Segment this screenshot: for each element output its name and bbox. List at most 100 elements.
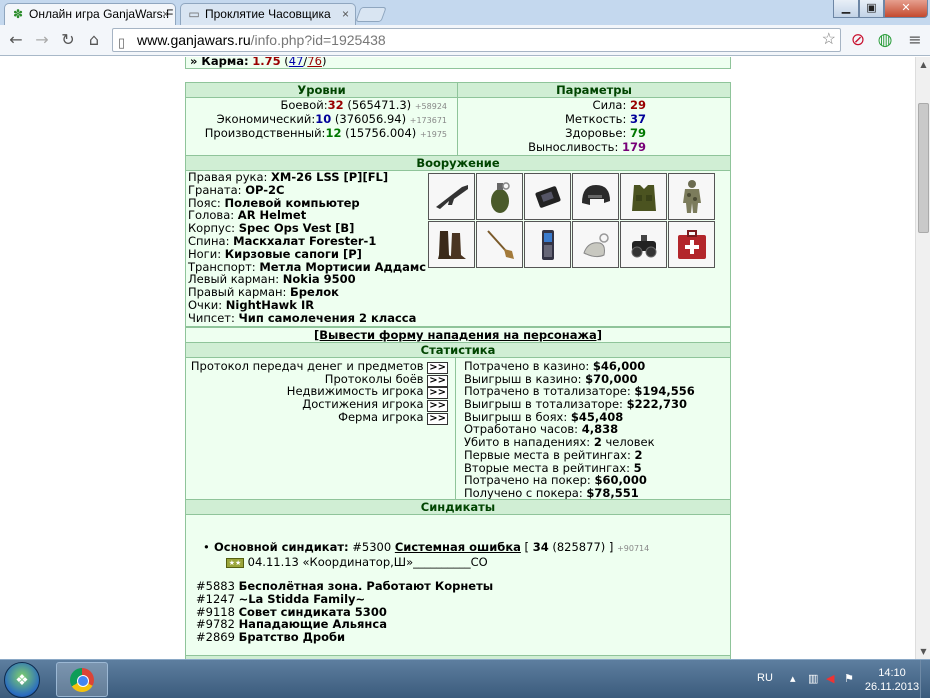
grenade-icon[interactable] <box>476 173 523 220</box>
vertical-scrollbar[interactable]: ▲ ▼ <box>915 57 930 659</box>
stat-value: $78,551 <box>586 485 639 500</box>
bookmark-star-icon[interactable]: ☆ <box>822 29 836 51</box>
param-value: 37 <box>629 112 646 126</box>
main-syndicate-link[interactable]: Системная ошибка <box>395 540 521 554</box>
karma-row: » Карма: 1.75 (47/76) <box>185 57 731 69</box>
armament-section: Вооружение Правая рука: XM-26 LSS [P][FL… <box>185 155 731 327</box>
page-icon: ▭ <box>188 7 200 21</box>
params-column: Параметры Сила: 29 Меткость: 37 Здоровье… <box>458 83 730 155</box>
close-tab-icon[interactable]: × <box>162 4 169 24</box>
statistics-header: Статистика <box>186 343 730 358</box>
param-value: 29 <box>629 98 646 112</box>
clock-date: 26.11.2013 <box>864 681 920 693</box>
statistics-section: Статистика Протокол передач денег и пред… <box>185 342 731 500</box>
flag-icon[interactable]: ⚑ <box>844 672 854 685</box>
scroll-thumb[interactable] <box>918 103 929 233</box>
language-indicator[interactable]: RU <box>757 672 773 684</box>
start-button[interactable]: ❖ <box>4 662 40 698</box>
main-syndicate-id: #5300 <box>352 540 392 554</box>
slot-item[interactable]: XM-26 LSS [P][FL] <box>271 170 388 184</box>
syndicates-section: Синдикаты • Основной синдикат: #5300 Сис… <box>185 499 731 657</box>
bracket-open: [ <box>524 540 530 554</box>
camouflage-suit-icon[interactable] <box>668 173 715 220</box>
stat-value: $222,730 <box>626 397 687 412</box>
bullet-icon: • <box>203 540 210 554</box>
boots-icon[interactable] <box>428 221 475 268</box>
taskbar: ❖ RU ▴ ▥ ◀ ⚑ 14:10 26.11.2013 <box>0 659 930 698</box>
level-label: Боевой: <box>280 98 328 112</box>
param-row-health: Здоровье: 79 <box>458 126 646 140</box>
list-item: #2869 Братство Дроби <box>196 631 493 644</box>
network-icon[interactable]: ▥ <box>808 672 818 685</box>
new-tab-button[interactable] <box>355 7 387 22</box>
minimize-button[interactable]: ▁ <box>833 0 859 18</box>
back-icon[interactable]: ← <box>6 30 26 50</box>
tray-arrow-icon[interactable]: ▴ <box>790 672 796 685</box>
armament-row-chipset: Чипсет: Чип самолечения 2 класса <box>186 311 730 325</box>
clock[interactable]: 14:10 26.11.2013 <box>862 666 922 694</box>
param-label: Сила: <box>592 98 627 112</box>
statistics-values: Потрачено в казино: $46,000 Выигрыш в ка… <box>456 358 730 500</box>
vest-icon[interactable] <box>620 173 667 220</box>
volume-muted-icon[interactable]: ◀ <box>826 672 834 685</box>
forward-icon[interactable]: → <box>32 30 52 50</box>
tab-title: Онлайн игра GanjaWars.F <box>29 7 174 21</box>
title-bar: ✽ Онлайн игра GanjaWars.F × ▭ Проклятие … <box>0 0 930 25</box>
medkit-chip-icon[interactable] <box>668 221 715 268</box>
url-path: /info.php?id=1925438 <box>250 32 386 48</box>
param-row-accuracy: Меткость: 37 <box>458 112 646 126</box>
ganja-leaf-icon: ✽ <box>12 7 24 21</box>
reload-icon[interactable]: ↻ <box>58 30 78 50</box>
browser-toolbar: ← → ↻ ⌂ ▯ www.ganjawars.ru/info.php?id=1… <box>0 25 930 56</box>
param-value: 79 <box>629 126 646 140</box>
keychain-icon[interactable] <box>572 221 619 268</box>
karma-positive-link[interactable]: 47 <box>289 57 304 68</box>
attack-form-link[interactable]: [Вывести форму нападения на персонажа] <box>314 328 602 342</box>
karma-negative-link[interactable]: 76 <box>307 57 322 68</box>
tab-clockmaker[interactable]: ▭ Проклятие Часовщика × <box>180 3 356 25</box>
level-value: 12 <box>325 126 342 140</box>
main-syndicate-level: 34 <box>532 540 549 554</box>
broom-icon[interactable] <box>476 221 523 268</box>
address-bar[interactable]: ▯ www.ganjawars.ru/info.php?id=1925438 ☆ <box>112 28 841 52</box>
level-delta: +58924 <box>414 102 447 111</box>
close-window-button[interactable]: ✕ <box>884 0 928 18</box>
level-exp: (15756.004) <box>345 126 417 140</box>
level-delta: +1975 <box>419 130 447 139</box>
slot-item[interactable]: Чип самолечения 2 класса <box>239 311 417 325</box>
open-farm-button[interactable]: >> <box>427 412 448 425</box>
level-value: 10 <box>315 112 332 126</box>
show-desktop-button[interactable] <box>920 660 930 698</box>
scroll-down-icon[interactable]: ▼ <box>916 644 930 659</box>
night-vision-icon[interactable] <box>620 221 667 268</box>
level-row-production: Производственный:12 (15756.004) +1975 <box>186 126 447 140</box>
syndicate-id: #2869 <box>196 630 235 645</box>
menu-icon[interactable]: ≡ <box>905 30 925 50</box>
rifle-icon[interactable] <box>428 173 475 220</box>
field-computer-icon[interactable] <box>524 173 571 220</box>
level-row-combat: Боевой:32 (565471.3) +58924 <box>186 98 447 112</box>
close-tab-icon[interactable]: × <box>342 4 349 24</box>
player-info: » Карма: 1.75 (47/76) Уровни Боевой:32 (… <box>185 57 731 659</box>
extension-globe-icon[interactable]: ◍ <box>875 30 895 50</box>
taskbar-chrome-button[interactable] <box>56 662 108 697</box>
attack-form-row: [Вывести форму нападения на персонажа] <box>185 327 731 343</box>
main-syndicate-label: Основной синдикат: <box>214 540 349 554</box>
main-syndicate-exp: (825877) <box>552 540 606 554</box>
param-label: Здоровье: <box>565 126 627 140</box>
adblock-icon[interactable]: ⊘ <box>848 30 868 50</box>
bracket-close: ] <box>608 540 614 554</box>
armament-header: Вооружение <box>186 156 730 171</box>
page-info-icon[interactable]: ▯ <box>118 32 125 54</box>
tab-ganjawars[interactable]: ✽ Онлайн игра GanjaWars.F × <box>4 3 176 25</box>
home-icon[interactable]: ⌂ <box>84 30 104 50</box>
levels-params-table: Уровни Боевой:32 (565471.3) +58924 Эконо… <box>185 82 731 156</box>
scroll-up-icon[interactable]: ▲ <box>916 57 930 72</box>
karma-value: 1.75 <box>252 57 281 68</box>
maximize-button[interactable]: ▣ <box>859 0 884 18</box>
syndicate-name[interactable]: Братство Дроби <box>239 630 346 644</box>
helmet-icon[interactable] <box>572 173 619 220</box>
phone-icon[interactable] <box>524 221 571 268</box>
stat-label: Получено с покера: <box>464 485 583 500</box>
level-delta: +173671 <box>409 116 447 125</box>
